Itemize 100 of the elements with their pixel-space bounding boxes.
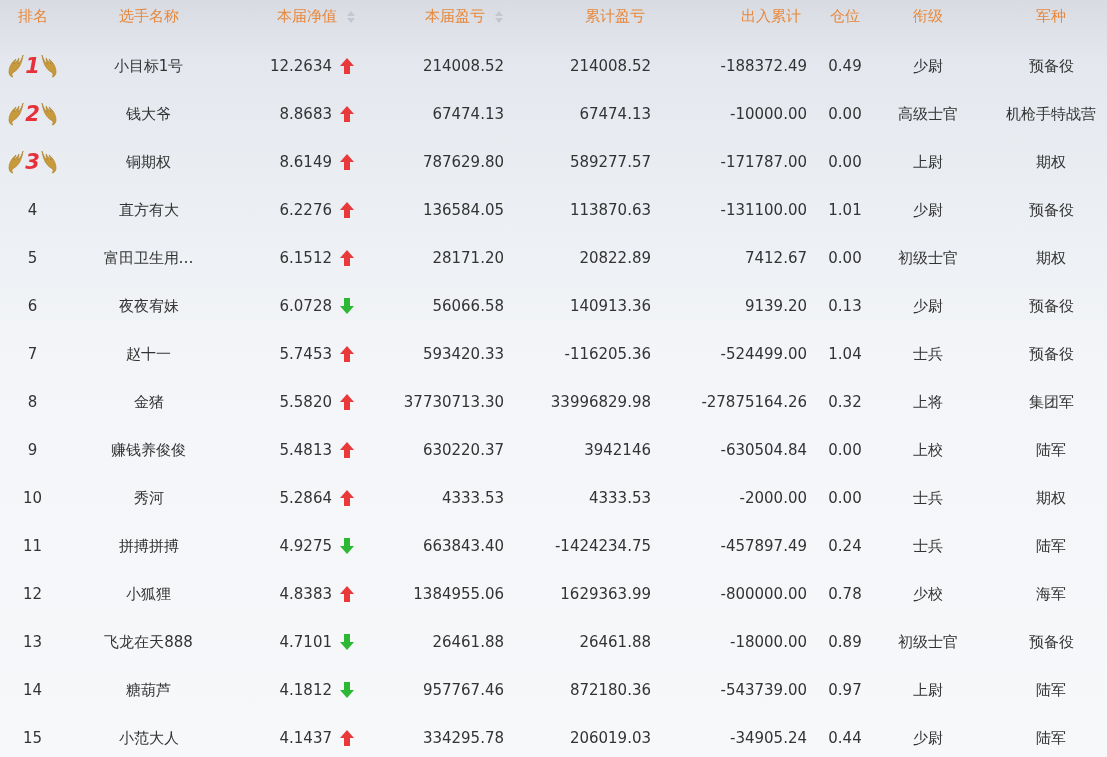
profit-value: 37730713.30 xyxy=(402,393,505,411)
grade-label: 上校 xyxy=(912,440,944,460)
branch-label: 期权 xyxy=(1035,248,1067,268)
position-value: 0.00 xyxy=(827,105,863,123)
cumulative-value: -116205.36 xyxy=(563,345,652,363)
profit-value: 26461.88 xyxy=(431,633,505,651)
branch-label: 预备役 xyxy=(1027,56,1075,76)
position-value: 0.78 xyxy=(827,585,863,603)
player-name: 钱大爷 xyxy=(125,104,172,124)
net-value: 6.1512 xyxy=(278,249,333,267)
sort-icon[interactable] xyxy=(494,9,504,24)
rank-number: 13 xyxy=(21,633,44,651)
profit-value: 663843.40 xyxy=(421,537,505,555)
position-value: 0.89 xyxy=(827,633,863,651)
player-name: 夜夜宥妹 xyxy=(117,296,180,316)
position-value: 0.24 xyxy=(827,537,863,555)
rank-number: 4 xyxy=(26,201,39,219)
grade-label: 初级士官 xyxy=(897,248,959,268)
branch-label: 预备役 xyxy=(1027,344,1075,364)
cumulative-value: 1629363.99 xyxy=(559,585,652,603)
grade-label: 上将 xyxy=(912,392,944,412)
column-header[interactable]: 本届净值 xyxy=(232,0,362,26)
profit-value: 1384955.06 xyxy=(412,585,505,603)
cumulative-value: 4333.53 xyxy=(587,489,652,507)
grade-label: 士兵 xyxy=(912,344,944,364)
column-header: 累计盈亏 xyxy=(584,6,646,26)
flow-value: -543739.00 xyxy=(719,681,808,699)
net-value: 6.2276 xyxy=(278,201,333,219)
net-value: 4.7101 xyxy=(278,633,333,651)
grade-label: 上尉 xyxy=(912,152,944,172)
position-value: 0.49 xyxy=(827,57,863,75)
grade-label: 少尉 xyxy=(912,200,944,220)
flow-value: -457897.49 xyxy=(719,537,808,555)
branch-label: 集团军 xyxy=(1027,392,1075,412)
player-name: 赵十一 xyxy=(125,344,172,364)
branch-label: 预备役 xyxy=(1027,632,1075,652)
cumulative-value: 140913.36 xyxy=(568,297,652,315)
flow-value: -188372.49 xyxy=(719,57,808,75)
position-value: 0.97 xyxy=(827,681,863,699)
profit-value: 957767.46 xyxy=(421,681,505,699)
branch-label: 陆军 xyxy=(1035,536,1067,556)
wing-icon xyxy=(40,101,57,127)
column-header: 选手名称 xyxy=(117,6,180,26)
grade-label: 上尉 xyxy=(912,680,944,700)
profit-value: 593420.33 xyxy=(421,345,505,363)
rank-number: 2 xyxy=(25,102,40,126)
rank-number: 12 xyxy=(21,585,44,603)
flow-value: 7412.67 xyxy=(743,249,808,267)
net-value: 8.6149 xyxy=(278,153,333,171)
rank-number: 11 xyxy=(21,537,44,555)
column-header: 仓位 xyxy=(829,6,861,26)
grade-label: 高级士官 xyxy=(897,104,959,124)
flow-value: -800000.00 xyxy=(719,585,808,603)
rank-number: 1 xyxy=(25,54,40,78)
position-value: 0.00 xyxy=(827,489,863,507)
rank-number: 6 xyxy=(26,297,39,315)
net-value: 6.0728 xyxy=(278,297,333,315)
cumulative-value: 206019.03 xyxy=(568,729,652,747)
branch-label: 机枪手特战营 xyxy=(1005,104,1097,124)
flow-value: -630504.84 xyxy=(719,441,808,459)
wing-icon xyxy=(8,101,25,127)
flow-value: -524499.00 xyxy=(719,345,808,363)
grade-label: 少尉 xyxy=(912,728,944,748)
flow-value: -131100.00 xyxy=(719,201,808,219)
profit-value: 4333.53 xyxy=(440,489,505,507)
column-header: 军种 xyxy=(1035,6,1067,26)
flow-value: -34905.24 xyxy=(729,729,808,747)
sort-icon[interactable] xyxy=(346,9,356,24)
position-value: 0.00 xyxy=(827,249,863,267)
position-value: 1.01 xyxy=(827,201,863,219)
profit-value: 787629.80 xyxy=(421,153,505,171)
column-header[interactable]: 本届盈亏 xyxy=(362,0,512,26)
player-name: 铜期权 xyxy=(125,152,172,172)
player-name: 金猪 xyxy=(132,392,165,412)
cumulative-value: 33996829.98 xyxy=(549,393,652,411)
net-value: 5.4813 xyxy=(278,441,333,459)
grade-label: 初级士官 xyxy=(897,632,959,652)
cumulative-value: 3942146 xyxy=(583,441,652,459)
branch-label: 陆军 xyxy=(1035,440,1067,460)
rank-number: 7 xyxy=(26,345,39,363)
player-name: 拼搏拼搏 xyxy=(117,536,180,556)
column-header: 排名 xyxy=(16,6,49,26)
player-name: 赚钱养俊俊 xyxy=(110,440,187,460)
cumulative-value: 872180.36 xyxy=(568,681,652,699)
rank-number: 15 xyxy=(21,729,44,747)
branch-label: 预备役 xyxy=(1027,200,1075,220)
player-name: 秀河 xyxy=(132,488,165,508)
flow-value: -18000.00 xyxy=(729,633,808,651)
cumulative-value: 113870.63 xyxy=(568,201,652,219)
branch-label: 期权 xyxy=(1035,152,1067,172)
profit-value: 214008.52 xyxy=(421,57,505,75)
profit-value: 630220.37 xyxy=(421,441,505,459)
profit-value: 136584.05 xyxy=(421,201,505,219)
wing-icon xyxy=(8,53,25,79)
rank-number: 5 xyxy=(26,249,39,267)
net-value: 8.8683 xyxy=(278,105,333,123)
rank-number: 9 xyxy=(26,441,39,459)
profit-value: 67474.13 xyxy=(431,105,505,123)
rank-number: 8 xyxy=(26,393,39,411)
cumulative-value: 26461.88 xyxy=(578,633,652,651)
